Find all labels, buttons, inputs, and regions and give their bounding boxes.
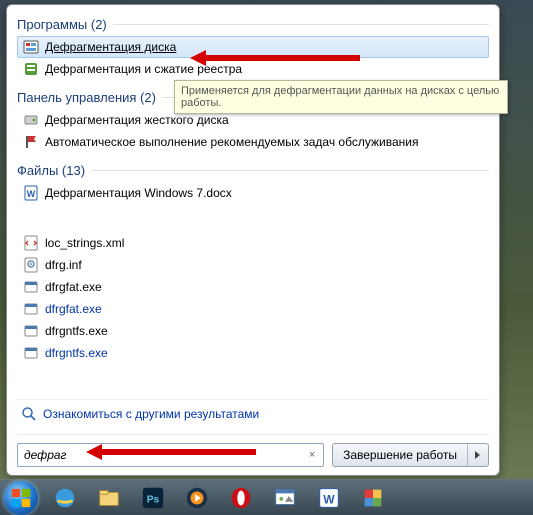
- taskbar-app[interactable]: [352, 483, 394, 513]
- exe-icon: [23, 345, 39, 361]
- taskbar-paint[interactable]: [264, 483, 306, 513]
- word-icon: W: [23, 185, 39, 201]
- search-icon: [21, 406, 37, 422]
- taskbar-explorer[interactable]: [88, 483, 130, 513]
- flag-icon: [23, 134, 39, 150]
- svg-text:W: W: [323, 492, 335, 506]
- defrag-icon: [23, 39, 39, 55]
- result-label: loc_strings.xml: [45, 236, 124, 250]
- exe-icon: [23, 279, 39, 295]
- result-cp-auto-maintenance[interactable]: Автоматическое выполнение рекомендуемых …: [17, 131, 489, 153]
- divider: [113, 24, 489, 25]
- result-label: dfrgfat.exe: [45, 302, 102, 316]
- see-more-label: Ознакомиться с другими результатами: [43, 407, 259, 421]
- search-input-wrapper: ×: [17, 443, 324, 467]
- result-label: dfrgntfs.exe: [45, 324, 108, 338]
- svg-text:W: W: [27, 189, 36, 199]
- result-file-docx[interactable]: W Дефрагментация Windows 7.docx: [17, 182, 489, 204]
- shutdown-options-button[interactable]: [467, 444, 488, 466]
- result-file-inf[interactable]: dfrg.inf: [17, 254, 489, 276]
- start-button[interactable]: [4, 481, 38, 515]
- taskbar-ie[interactable]: [44, 483, 86, 513]
- section-header-programs: Программы (2): [17, 13, 489, 34]
- taskbar-photoshop[interactable]: Ps: [132, 483, 174, 513]
- result-file-exe-3[interactable]: dfrgntfs.exe: [17, 320, 489, 342]
- divider: [91, 170, 489, 171]
- see-more-results[interactable]: Ознакомиться с другими результатами: [17, 399, 489, 428]
- hdd-icon: [23, 112, 39, 128]
- clear-icon[interactable]: ×: [305, 448, 319, 462]
- inf-icon: [23, 257, 39, 273]
- result-program-defrag-compress-registry[interactable]: Дефрагментация и сжатие реестра: [17, 58, 489, 80]
- result-label: dfrg.inf: [45, 258, 82, 272]
- result-label: dfrgntfs.exe: [45, 346, 108, 360]
- result-file-exe-2[interactable]: dfrgfat.exe: [17, 298, 489, 320]
- start-menu-search-panel: Программы (2) Дефрагментация диска Дефра…: [6, 4, 500, 476]
- taskbar: Ps W: [0, 479, 533, 515]
- result-file-exe-4[interactable]: dfrgntfs.exe: [17, 342, 489, 364]
- result-label: Дефрагментация и сжатие реестра: [45, 62, 242, 76]
- section-header-files: Файлы (13): [17, 159, 489, 180]
- exe-icon: [23, 301, 39, 317]
- programs-list: Дефрагментация диска Дефрагментация и сж…: [17, 34, 489, 86]
- shutdown-button[interactable]: Завершение работы: [333, 444, 467, 466]
- result-label: dfrgfat.exe: [45, 280, 102, 294]
- result-program-defrag-disk[interactable]: Дефрагментация диска: [17, 36, 489, 58]
- shutdown-button-group: Завершение работы: [332, 443, 489, 467]
- registry-icon: [23, 61, 39, 77]
- result-label: Дефрагментация жесткого диска: [45, 113, 229, 127]
- taskbar-media-player[interactable]: [176, 483, 218, 513]
- result-file-xml[interactable]: loc_strings.xml: [17, 232, 489, 254]
- svg-text:Ps: Ps: [147, 494, 160, 505]
- result-file-exe-1[interactable]: dfrgfat.exe: [17, 276, 489, 298]
- result-label: Дефрагментация Windows 7.docx: [45, 186, 232, 200]
- result-label: Автоматическое выполнение рекомендуемых …: [45, 135, 418, 149]
- section-title: Программы (2): [17, 17, 107, 32]
- exe-icon: [23, 323, 39, 339]
- taskbar-opera[interactable]: [220, 483, 262, 513]
- section-title: Панель управления (2): [17, 90, 156, 105]
- section-title: Файлы (13): [17, 163, 85, 178]
- search-input[interactable]: [22, 447, 305, 463]
- result-label: Дефрагментация диска: [45, 40, 176, 54]
- bottom-bar: × Завершение работы: [17, 434, 489, 467]
- tooltip: Применяется для дефрагментации данных на…: [174, 80, 508, 114]
- taskbar-word[interactable]: W: [308, 483, 350, 513]
- files-list: W Дефрагментация Windows 7.docx loc_stri…: [17, 180, 489, 370]
- xml-icon: [23, 235, 39, 251]
- control-panel-list: Дефрагментация жесткого диска Автоматиче…: [17, 107, 489, 159]
